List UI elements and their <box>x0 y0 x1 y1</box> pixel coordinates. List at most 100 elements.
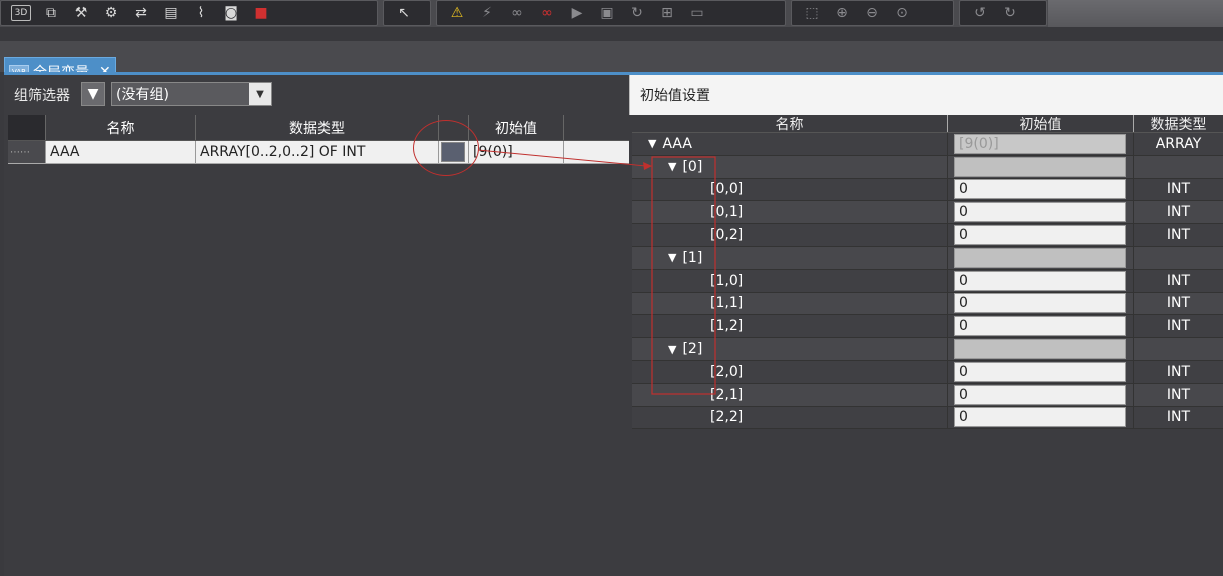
memory-icon[interactable]: ▤ <box>161 3 181 23</box>
init-value-field <box>954 339 1126 360</box>
tree-row[interactable]: [0,0] 0 INT <box>632 178 1223 202</box>
tree-cell-name: ▼ [0] <box>632 155 948 178</box>
expand-triangle-icon[interactable]: ▼ <box>668 343 676 356</box>
init-value-field[interactable]: 0 <box>954 384 1126 405</box>
tree-header-init[interactable]: 初始值 <box>948 115 1134 133</box>
chevron-down-icon[interactable]: ▼ <box>249 83 271 105</box>
cell-init[interactable]: [9(0)] <box>469 141 564 163</box>
glasses-red-icon[interactable]: ∞ <box>537 3 557 23</box>
tab-strip: VAR 全局变量 ✕ <box>0 27 1223 87</box>
tree-row[interactable]: [0,2] 0 INT <box>632 224 1223 247</box>
toolbar-group-1: 3D ⧉ ⚒ ⚙ ⇄ ▤ ⌇ ◙ ■ <box>0 0 378 26</box>
init-value-field: [9(0)] <box>954 133 1126 154</box>
row-marker[interactable]: ⋯⋯ <box>8 141 46 163</box>
group-filter-label: 组筛选器 <box>14 88 70 104</box>
init-value-field[interactable]: 0 <box>954 361 1126 382</box>
io-icon[interactable]: ⌇ <box>191 3 211 23</box>
tree-cell-type: INT <box>1166 409 1191 426</box>
tree-cell-init: 0 <box>948 292 1134 315</box>
tree-row[interactable]: [2,0] 0 INT <box>632 360 1223 384</box>
init-value-field[interactable]: 0 <box>954 407 1126 428</box>
tree-node-label: [0,2] <box>710 227 744 244</box>
tree-cell-name: [2,0] <box>632 360 948 383</box>
expand-triangle-icon[interactable]: ▼ <box>668 251 676 264</box>
step-icon[interactable]: ▣ <box>597 3 617 23</box>
cell-type[interactable]: ARRAY[0..2,0..2] OF INT <box>196 141 439 163</box>
tree-cell-type: INT <box>1166 272 1191 289</box>
zoom-out-icon[interactable]: ⊖ <box>862 3 882 23</box>
tree-node-label: [0,1] <box>710 204 744 221</box>
tree-node-label: [2,0] <box>710 363 744 380</box>
refresh-icon[interactable]: ↻ <box>627 3 647 23</box>
expand-triangle-icon[interactable]: ▼ <box>668 160 676 173</box>
init-value-field <box>954 247 1126 268</box>
tree-row[interactable]: ▼ AAA [9(0)] ARRAY <box>632 133 1223 156</box>
cursor-icon[interactable]: ↖ <box>394 3 414 23</box>
monitor-icon[interactable]: ▭ <box>687 3 707 23</box>
zoom-in-icon[interactable]: ⊕ <box>832 3 852 23</box>
group-filter-bar: 组筛选器 ▼ (没有组) ▼ <box>4 75 629 114</box>
tree-node-label: [2,2] <box>710 409 744 426</box>
init-value-field[interactable]: 0 <box>954 179 1126 200</box>
tree-cell-init: [9(0)] <box>948 133 1134 155</box>
tree-header-type[interactable]: 数据类型 <box>1134 115 1223 133</box>
select-all-corner[interactable] <box>8 115 46 140</box>
transfer-icon[interactable]: ⇄ <box>131 3 151 23</box>
tree-node-label: [1,0] <box>710 272 744 289</box>
expand-triangle-icon[interactable]: ▼ <box>648 137 656 150</box>
cell-rest <box>564 141 629 163</box>
init-value-tree: 名称 初始值 数据类型 ▼ AAA [9(0)] ARRAY ▼ [0] [0,0] 0 INT… <box>632 115 1223 430</box>
frame-icon[interactable]: ⬚ <box>802 3 822 23</box>
warning-icon[interactable]: ⚠ <box>447 3 467 23</box>
3d-view-icon[interactable]: 3D <box>11 5 31 21</box>
dialog-titlebar: 初始值设置 <box>629 75 1223 115</box>
build-icon[interactable]: ⚙ <box>101 3 121 23</box>
init-value-field[interactable]: 0 <box>954 202 1126 223</box>
column-header-name[interactable]: 名称 <box>46 115 196 140</box>
annotation-circle <box>413 120 479 176</box>
init-value-field[interactable]: 0 <box>954 316 1126 337</box>
tree-row[interactable]: [1,1] 0 INT <box>632 292 1223 316</box>
group-select[interactable]: (没有组) ▼ <box>111 82 272 106</box>
hammer-icon[interactable]: ⚒ <box>71 3 91 23</box>
tree-cell-init: 0 <box>948 315 1134 338</box>
undo-icon[interactable]: ↺ <box>970 3 990 23</box>
simulate-icon[interactable]: ⚡ <box>477 3 497 23</box>
tree-cell-init: 0 <box>948 201 1134 224</box>
main-toolbar: 3D ⧉ ⚒ ⚙ ⇄ ▤ ⌇ ◙ ■ ↖ ⚠ ⚡ ∞ ∞ ▶ ▣ ↻ ⊞ ▭ ⬚… <box>0 0 1223 27</box>
tree-node-label: [1,2] <box>710 318 744 335</box>
zoom-100-icon[interactable]: ⊙ <box>892 3 912 23</box>
tree-node-label: [2,1] <box>710 386 744 403</box>
play-icon[interactable]: ▶ <box>567 3 587 23</box>
tree-cell-name: [2,1] <box>632 383 948 406</box>
init-value-field[interactable]: 0 <box>954 293 1126 314</box>
tree-row[interactable]: [2,1] 0 INT <box>632 383 1223 407</box>
column-header-init[interactable]: 初始值 <box>469 115 564 140</box>
tree-row[interactable]: ▼ [0] <box>632 155 1223 179</box>
filter-icon[interactable]: ▼ <box>81 82 105 106</box>
column-header-type[interactable]: 数据类型 <box>196 115 439 140</box>
init-value-field[interactable]: 0 <box>954 270 1126 291</box>
tree-row[interactable]: ▼ [1] <box>632 246 1223 270</box>
tree-row[interactable]: [2,2] 0 INT <box>632 406 1223 430</box>
tree-cell-name: [1,0] <box>632 269 948 292</box>
table-row[interactable]: ⋯⋯ AAA ARRAY[0..2,0..2] OF INT [9(0)] <box>8 141 629 164</box>
toolbar-spacer <box>1048 0 1223 27</box>
cell-name[interactable]: AAA <box>46 141 196 163</box>
redo-icon[interactable]: ↻ <box>1000 3 1020 23</box>
tree-row[interactable]: ▼ [2] <box>632 338 1223 361</box>
glasses-icon[interactable]: ∞ <box>507 3 527 23</box>
tree-cell-name: ▼ [1] <box>632 246 948 269</box>
tree-row[interactable]: [1,2] 0 INT <box>632 315 1223 339</box>
tree-cell-name: [0,1] <box>632 201 948 224</box>
window-icon[interactable]: ⧉ <box>41 3 61 23</box>
init-value-field[interactable]: 0 <box>954 225 1126 246</box>
network-icon[interactable]: ⊞ <box>657 3 677 23</box>
tree-cell-name: [0,2] <box>632 224 948 246</box>
binoculars-icon[interactable]: ◙ <box>221 3 241 23</box>
tree-row[interactable]: [1,0] 0 INT <box>632 269 1223 293</box>
tree-header-name[interactable]: 名称 <box>632 115 948 133</box>
tree-node-label: AAA <box>662 135 692 152</box>
tree-row[interactable]: [0,1] 0 INT <box>632 201 1223 225</box>
stop-icon[interactable]: ■ <box>251 3 271 23</box>
